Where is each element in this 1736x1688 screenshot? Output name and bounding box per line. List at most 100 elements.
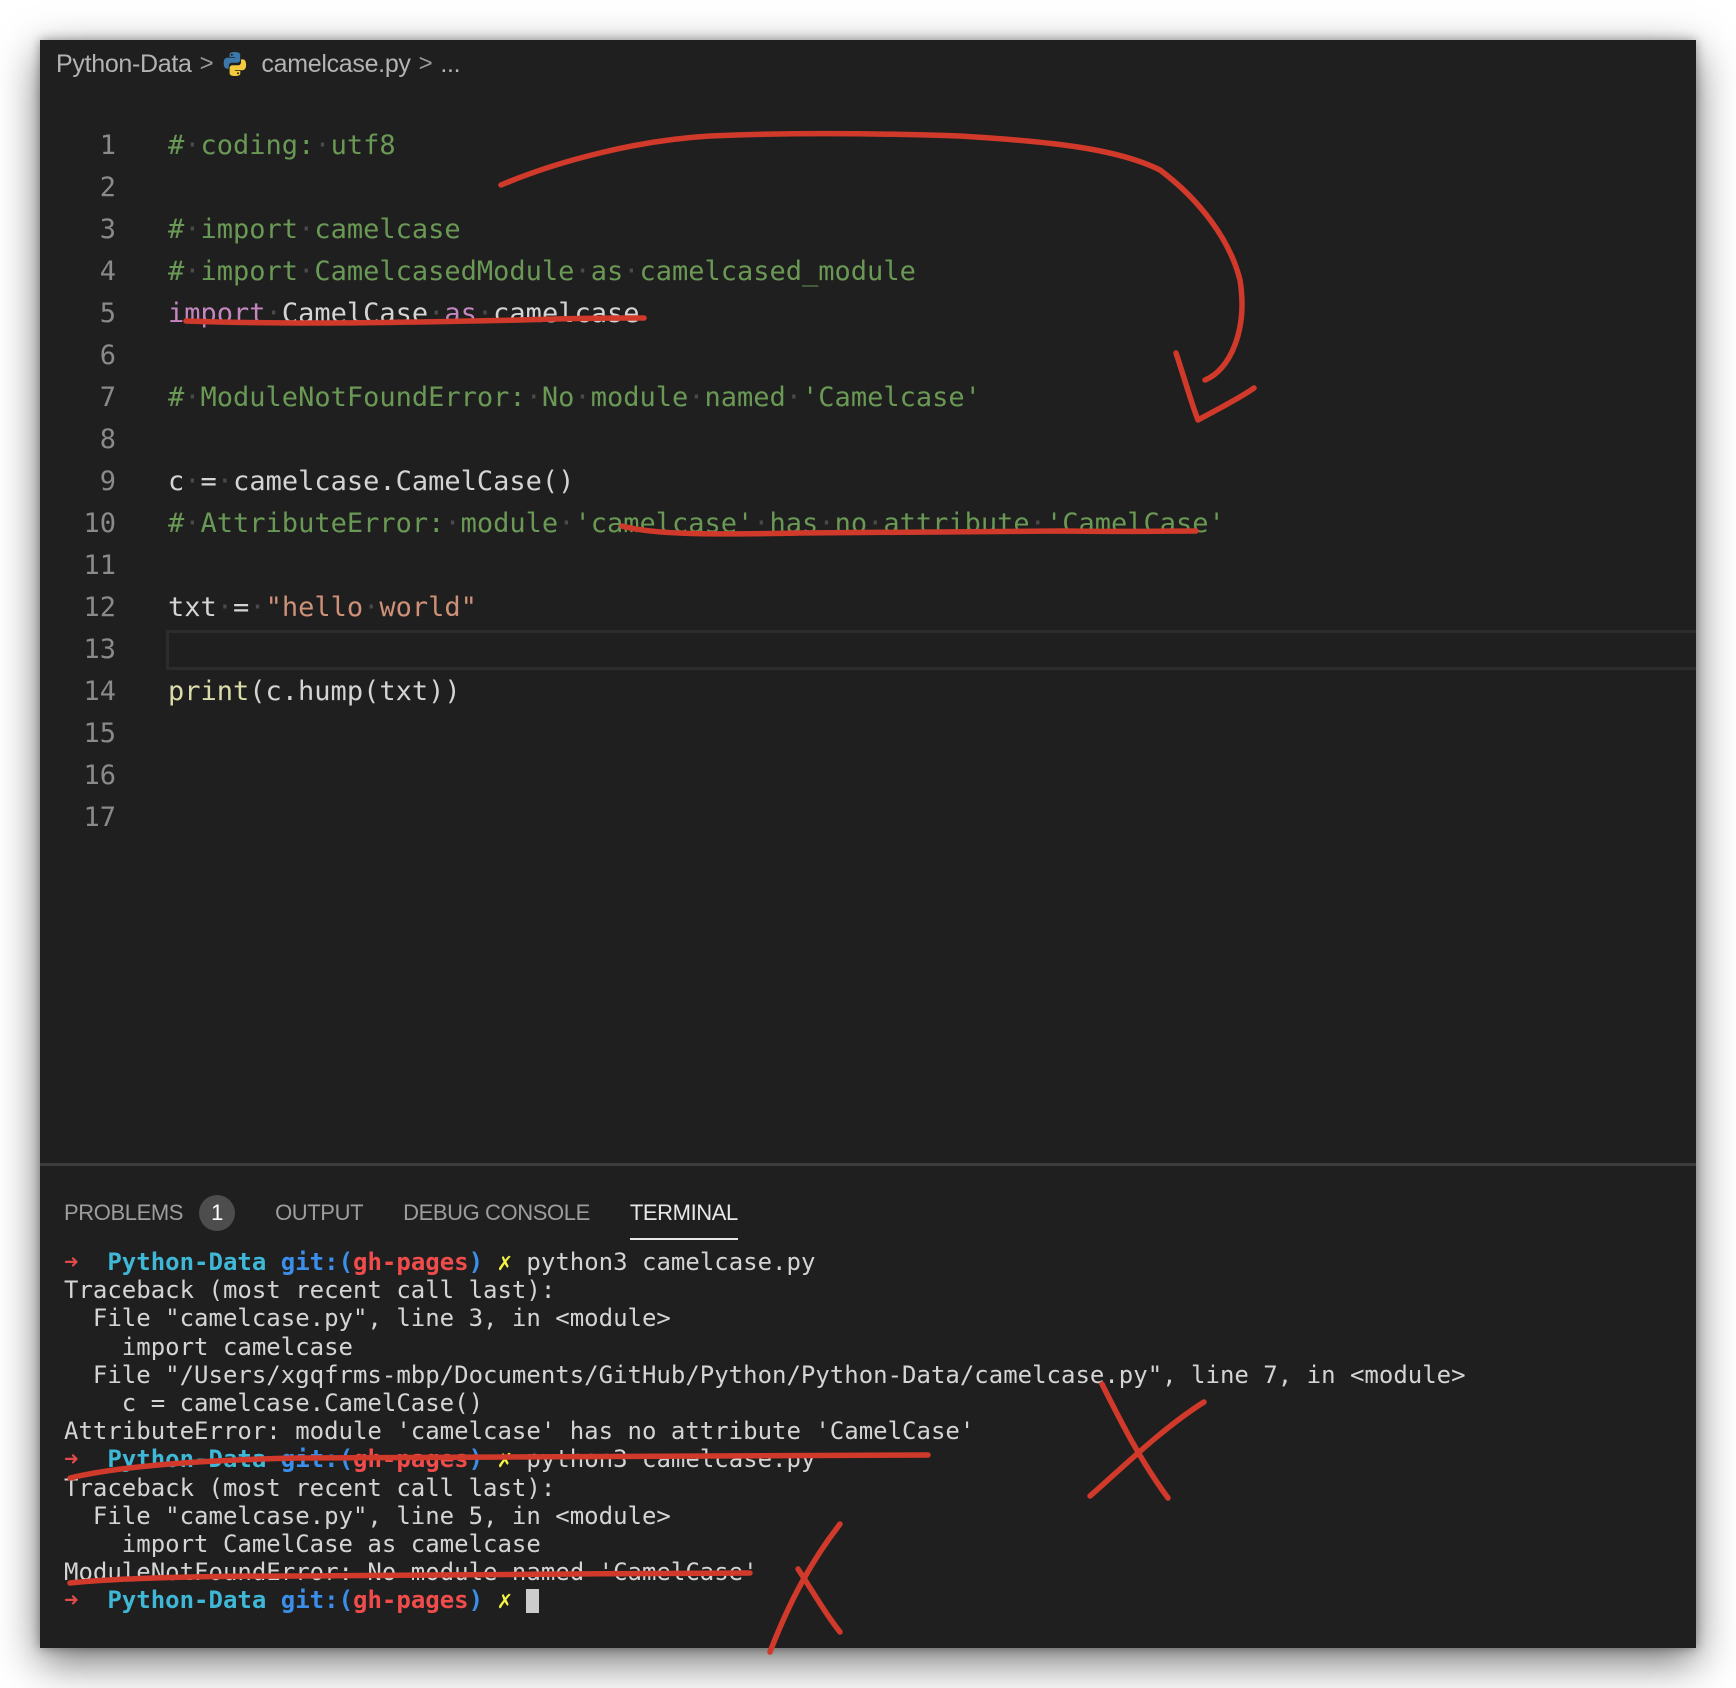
code-line[interactable]: 6	[40, 335, 1696, 377]
line-number: 17	[83, 802, 116, 833]
line-number: 11	[83, 550, 116, 581]
prompt-dirty-icon: ✗	[497, 1445, 512, 1474]
problems-count-badge: 1	[199, 1195, 236, 1231]
tab-debug-console[interactable]: DEBUG CONSOLE	[403, 1186, 590, 1240]
breadcrumb: Python-Data > camelcase.py > ...	[56, 48, 461, 80]
code-token-plain: c	[168, 466, 185, 497]
line-number: 15	[83, 718, 116, 749]
code-line[interactable]: 11	[40, 545, 1696, 587]
prompt-dirty-icon: ✗	[497, 1586, 512, 1615]
code-line[interactable]: 3 #·import·camelcase	[40, 209, 1696, 251]
code-line[interactable]: 14 print(c.hump(txt))	[40, 671, 1696, 713]
prompt-git-branch: gh-pages	[353, 1248, 469, 1276]
code-token-string: "hello	[265, 592, 364, 623]
line-number: 5	[99, 298, 116, 329]
code-token-plain: =	[233, 592, 250, 623]
code-line[interactable]: 1 #·coding:·utf8	[40, 125, 1696, 167]
terminal-output-line: import CamelCase as camelcase	[64, 1529, 541, 1558]
line-number: 6	[99, 340, 116, 371]
line-number: 7	[99, 382, 116, 413]
code-line[interactable]: 7 #·ModuleNotFoundError:·No·module·named·…	[40, 377, 1696, 419]
code-text: #·AttributeError:·module·'camelcase'·has…	[168, 508, 1225, 539]
terminal-prompt-line: ➜ Python-Data git:(gh-pages) ✗	[64, 1586, 1466, 1614]
tab-label: OUTPUT	[275, 1200, 364, 1225]
code-line[interactable]: 4 #·import·CamelcasedModule·as·camelcased…	[40, 251, 1696, 293]
code-editor[interactable]: 1 #·coding:·utf8 2 3 #·import·camelcase 4 #·im…	[40, 125, 1696, 839]
terminal-output-line: File "/Users/xgqfrms-mbp/Documents/GitHu…	[64, 1360, 1466, 1389]
breadcrumb-more[interactable]: ...	[440, 50, 460, 79]
code-line[interactable]: 8	[40, 419, 1696, 461]
code-token-string: world"	[379, 592, 477, 623]
code-line[interactable]: 10 #·AttributeError:·module·'camelcase'·h…	[40, 503, 1696, 545]
code-line[interactable]: 5 import·CamelCase·as·camelcase	[40, 293, 1696, 335]
current-line-highlight	[166, 630, 1696, 670]
code-token-comment: camelcase	[314, 214, 461, 245]
line-number: 4	[99, 256, 116, 287]
prompt-git-branch: gh-pages	[353, 1586, 469, 1615]
code-token-func: print	[168, 676, 250, 707]
code-text: import·CamelCase·as·camelcase	[168, 298, 640, 329]
code-token-comment: camelcased_module	[639, 256, 916, 287]
tab-terminal[interactable]: TERMINAL	[629, 1186, 738, 1240]
tab-output[interactable]: OUTPUT	[275, 1186, 363, 1240]
prompt-git-label: )	[468, 1445, 484, 1474]
code-line[interactable]: 15	[40, 713, 1696, 755]
breadcrumb-folder[interactable]: Python-Data	[56, 50, 192, 79]
code-line[interactable]: 17	[40, 797, 1696, 839]
tab-label: DEBUG CONSOLE	[403, 1200, 590, 1225]
code-line[interactable]: 16	[40, 755, 1696, 797]
breadcrumb-separator: >	[418, 50, 433, 77]
code-text: #·coding:·utf8	[168, 130, 396, 161]
terminal-output-line: Traceback (most recent call last):	[64, 1473, 556, 1502]
terminal-command: python3 camelcase.py	[526, 1248, 816, 1276]
line-number: 10	[83, 508, 116, 539]
code-token-plain: =	[200, 466, 217, 497]
code-text: txt·=·"hello·world"	[168, 592, 477, 623]
code-line[interactable]: 13	[40, 629, 1696, 671]
code-token-comment: module	[590, 382, 689, 413]
code-token-comment: named	[704, 382, 786, 413]
line-number: 2	[99, 172, 116, 203]
breadcrumb-file[interactable]: camelcase.py	[261, 50, 411, 79]
code-token-comment: coding:	[200, 130, 315, 161]
line-number: 9	[99, 466, 116, 497]
code-token-comment: AttributeError:	[200, 508, 445, 539]
code-token-plain: camelcase.CamelCase()	[233, 466, 575, 497]
prompt-directory: Python-Data	[107, 1445, 267, 1474]
prompt-git-label: )	[468, 1586, 484, 1615]
prompt-arrow-icon: ➜	[64, 1445, 79, 1474]
terminal-output-line: File "camelcase.py", line 3, in <module>	[64, 1304, 671, 1333]
code-token-comment: #	[168, 214, 185, 245]
code-token-comment: #	[168, 130, 185, 161]
line-number: 16	[83, 760, 116, 791]
prompt-arrow-icon: ➜	[64, 1248, 79, 1276]
code-token-comment: #	[168, 382, 185, 413]
code-line[interactable]: 2	[40, 167, 1696, 209]
code-token-keyword: import	[168, 298, 266, 329]
code-token-plain: camelcase	[493, 298, 640, 329]
tab-problems[interactable]: PROBLEMS 1	[64, 1186, 236, 1240]
code-text: c·=·camelcase.CamelCase()	[168, 466, 575, 497]
code-token-comment: as	[590, 256, 624, 287]
code-token-comment: no	[834, 508, 868, 539]
code-text: #·ModuleNotFoundError:·No·module·named·'…	[168, 382, 981, 413]
terminal-output[interactable]: ➜ Python-Data git:(gh-pages) ✗ python3 c…	[64, 1248, 1466, 1614]
terminal-output-line: Traceback (most recent call last):	[64, 1276, 556, 1305]
code-token-comment: 'camelcase'	[574, 508, 754, 539]
prompt-directory: Python-Data	[107, 1586, 267, 1615]
code-line[interactable]: 12 txt·=·"hello·world"	[40, 587, 1696, 629]
bottom-panel: PROBLEMS 1 OUTPUT DEBUG CONSOLE TERMINAL…	[40, 1163, 1696, 1648]
code-line[interactable]: 9 c·=·camelcase.CamelCase()	[40, 461, 1696, 503]
prompt-dirty-icon: ✗	[497, 1248, 512, 1276]
breadcrumb-separator: >	[199, 50, 214, 77]
line-number: 12	[83, 592, 116, 623]
code-text: #·import·CamelcasedModule·as·camelcased_…	[168, 256, 916, 287]
tab-label: TERMINAL	[629, 1200, 738, 1225]
